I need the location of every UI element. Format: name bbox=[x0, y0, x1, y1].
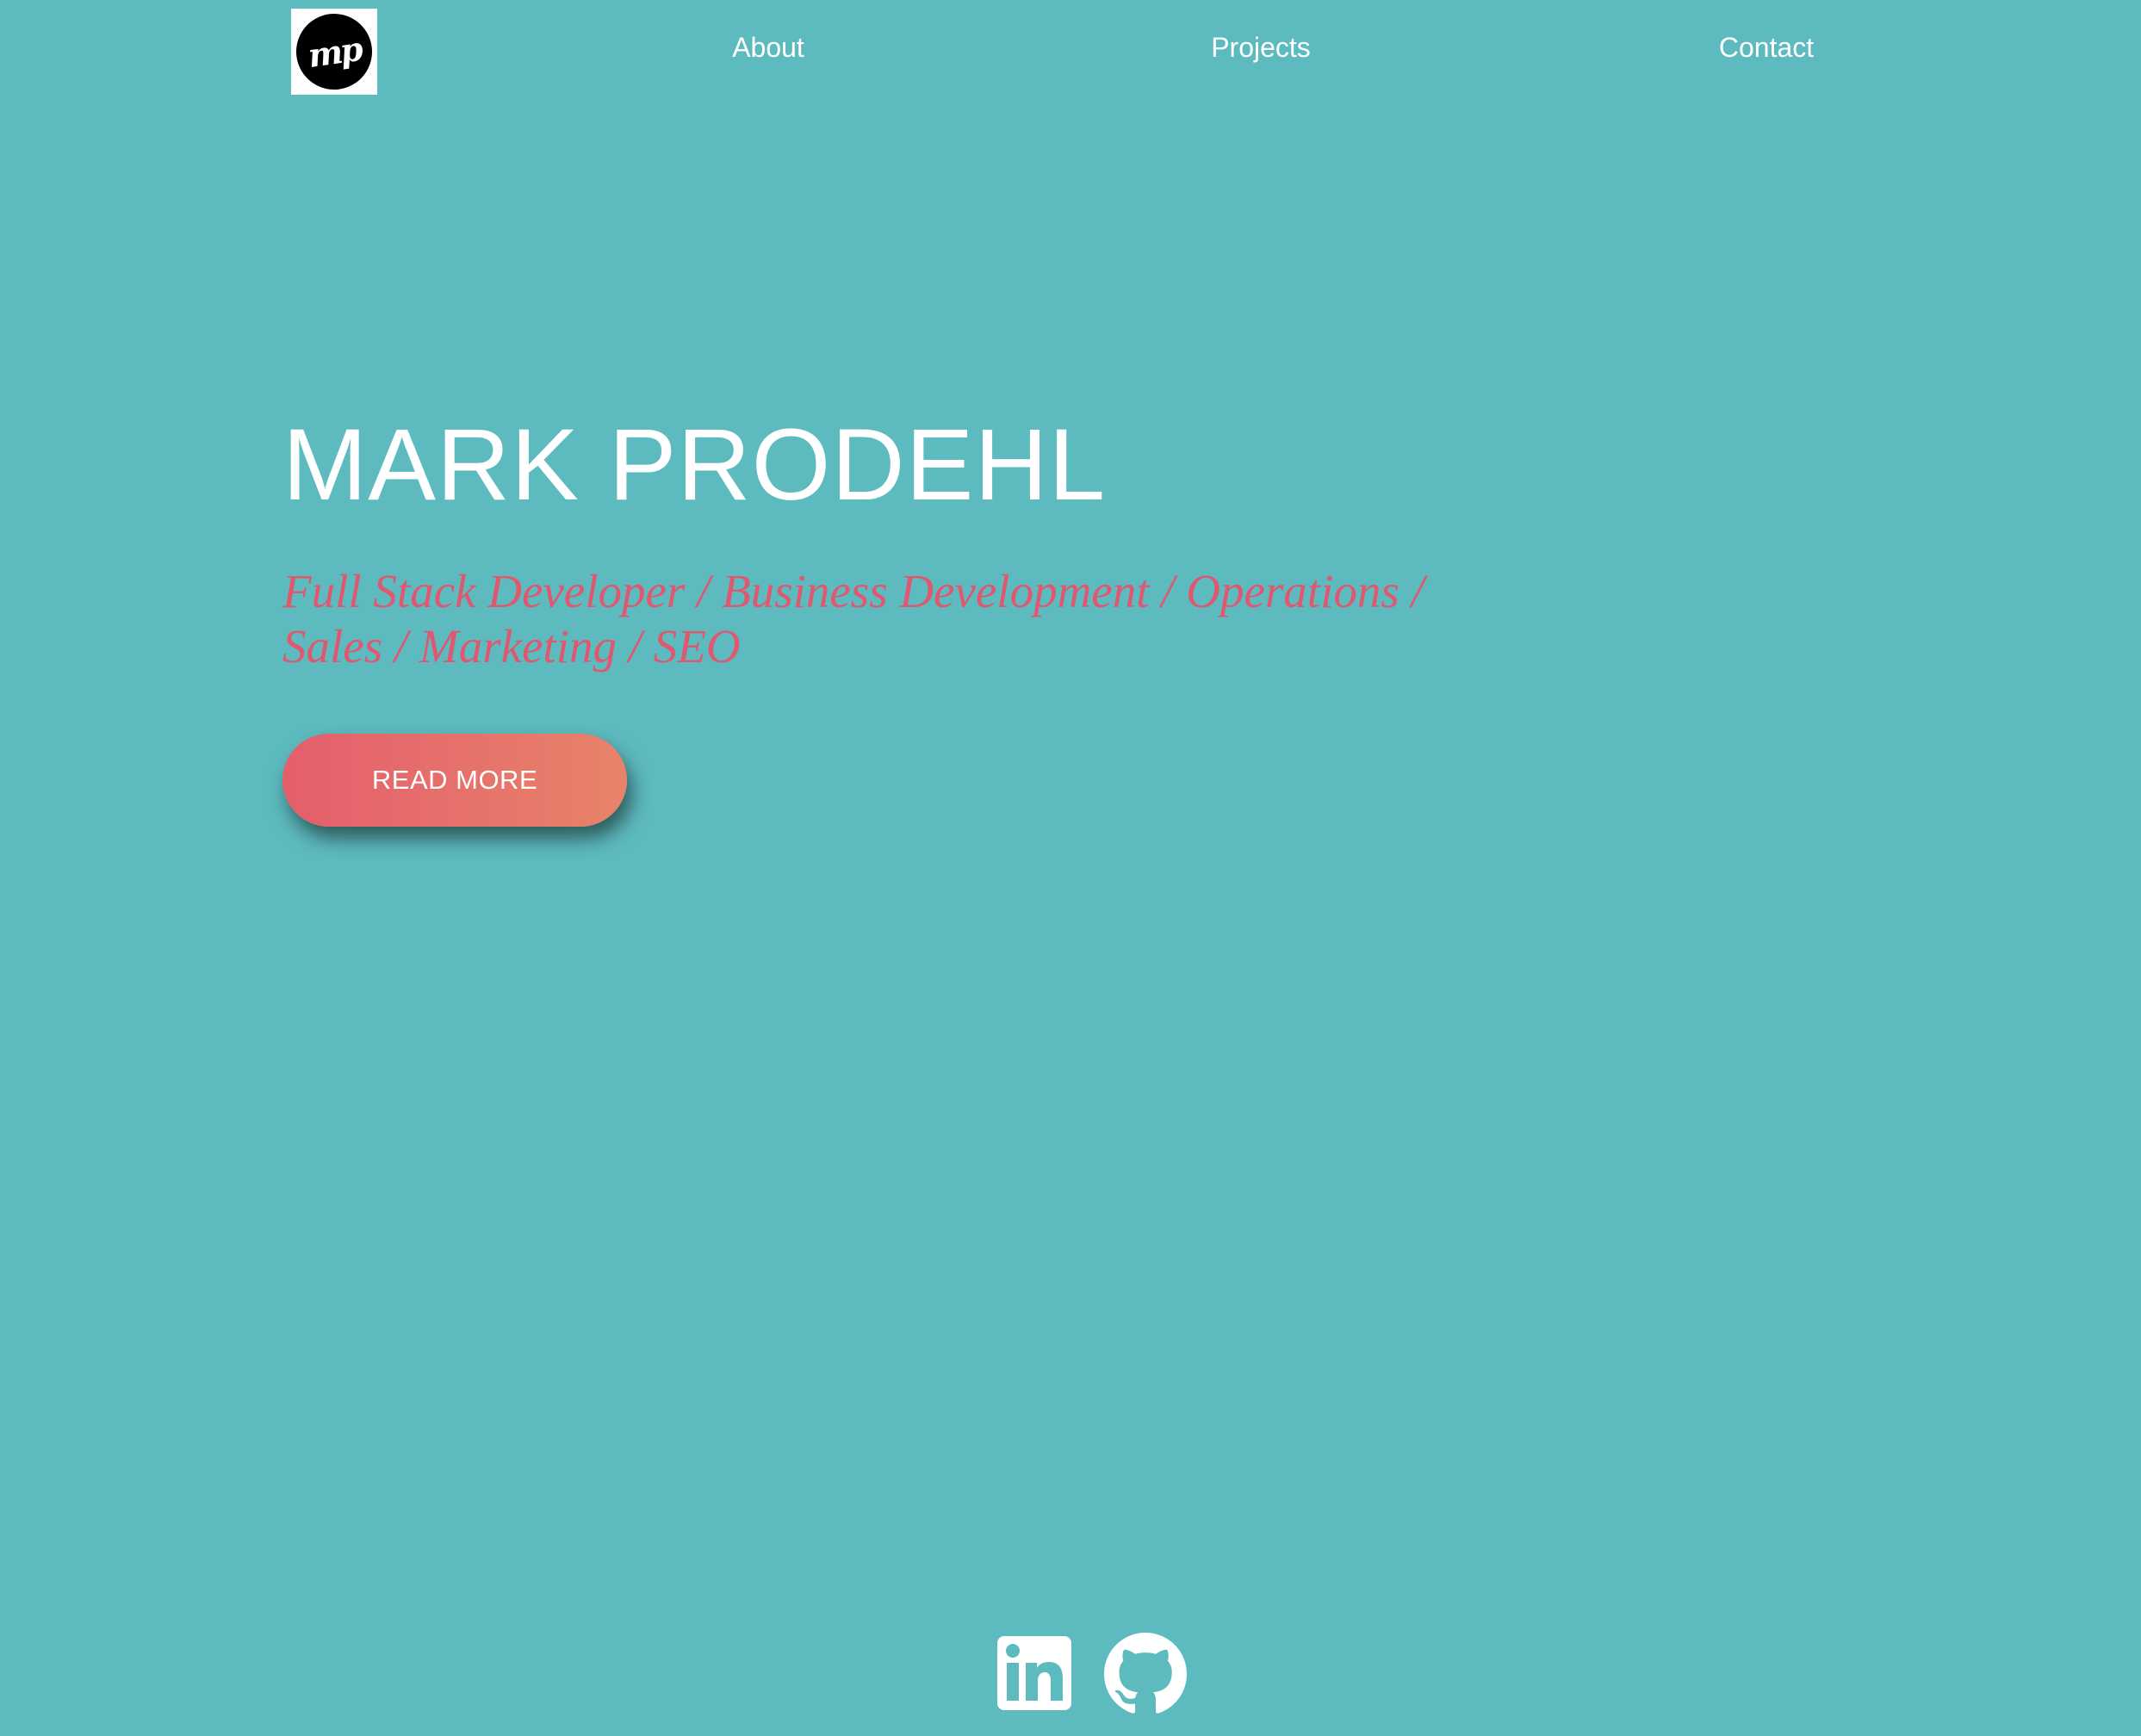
hero-roles-subtitle: Full Stack Developer / Business Developm… bbox=[282, 565, 1424, 673]
mp-monogram-logo: mp bbox=[291, 9, 377, 95]
nav-about-link[interactable]: About bbox=[732, 28, 804, 67]
github-link[interactable] bbox=[1104, 1633, 1187, 1715]
nav-contact-link[interactable]: Contact bbox=[1719, 28, 1814, 67]
linkedin-link[interactable] bbox=[997, 1636, 1071, 1710]
site-logo[interactable]: mp bbox=[291, 9, 377, 95]
read-more-button[interactable]: READ MORE bbox=[282, 734, 627, 827]
hero-name: MARK PRODEHL bbox=[282, 408, 1107, 522]
linkedin-icon bbox=[997, 1636, 1071, 1710]
github-icon bbox=[1104, 1633, 1187, 1714]
nav-projects-link[interactable]: Projects bbox=[1211, 28, 1311, 67]
